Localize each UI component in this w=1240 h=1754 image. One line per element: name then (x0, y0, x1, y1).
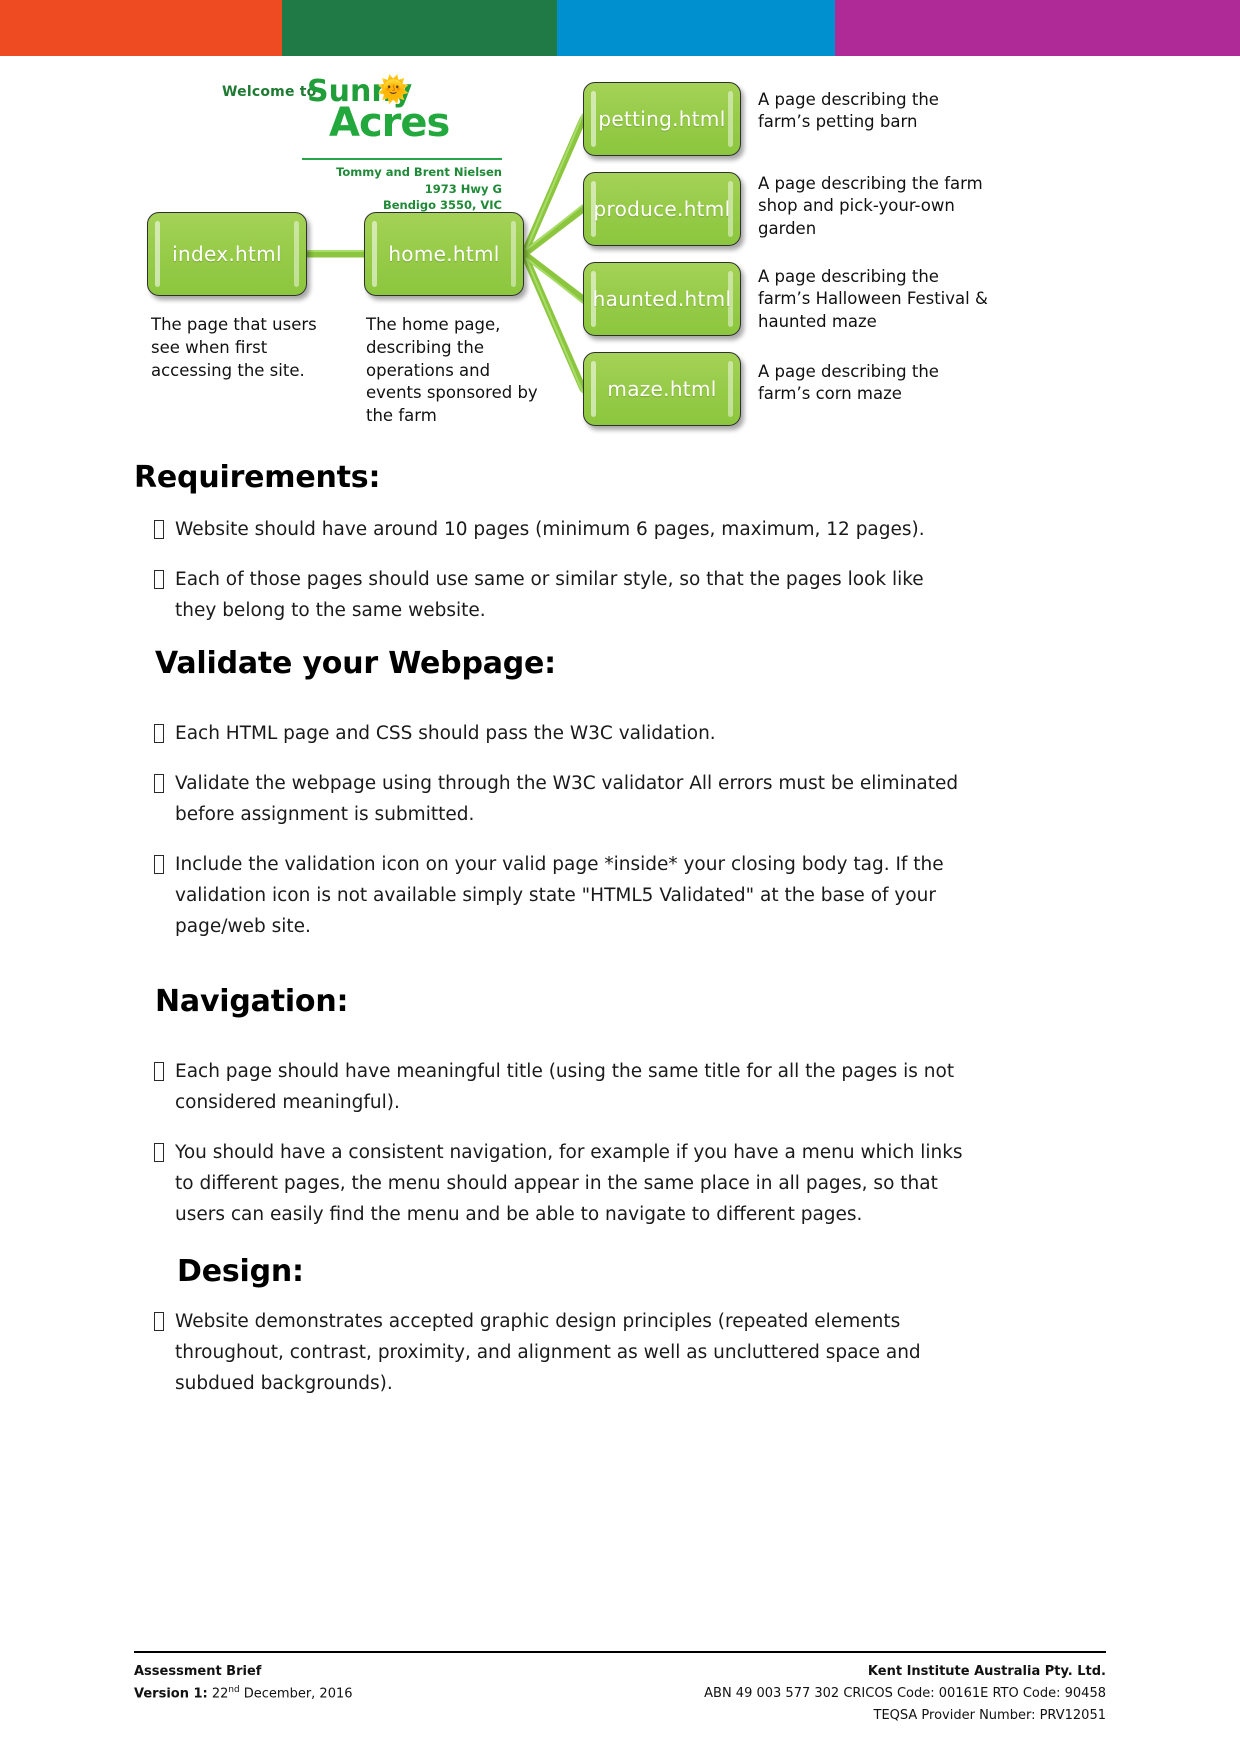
diagram-node-produce: produce.html (583, 172, 741, 246)
list-item: Website demonstrates accepted graphic de… (134, 1306, 934, 1399)
list-item-text: Include the validation icon on your vali… (175, 854, 944, 938)
footer-right-block: Kent Institute Australia Pty. Ltd. ABN 4… (704, 1661, 1106, 1728)
section-heading-design: Design: (177, 1254, 304, 1289)
logo-address: Tommy and Brent Nielsen 1973 Hwy G Bendi… (282, 164, 502, 214)
footer-version-day: 22 (211, 1686, 229, 1702)
header-band-orange (0, 0, 282, 56)
diagram-node-label: produce.html (593, 197, 731, 221)
diagram-node-index: index.html (147, 212, 307, 296)
bullet-box-icon (154, 724, 164, 743)
footer-version-rest: December, 2016 (239, 1686, 353, 1702)
footer-document-title: Assessment Brief (134, 1663, 262, 1679)
footer-version-ordinal: nd (228, 1684, 240, 1695)
list-item: Validate the webpage using through the W… (134, 768, 964, 830)
diagram-node-home: home.html (364, 212, 524, 296)
diagram-description-maze: A page describing the farm’s corn maze (758, 362, 939, 404)
footer-version-line: Version 1: 22nd December, 2016 (134, 1683, 353, 1706)
footer-left-block: Assessment Brief Version 1: 22nd Decembe… (134, 1661, 353, 1706)
list-item-text: Website demonstrates accepted graphic de… (175, 1311, 921, 1395)
list-item-text: Each of those pages should use same or s… (175, 569, 924, 622)
bullet-list-design: Website demonstrates accepted graphic de… (134, 1306, 934, 1418)
diagram-node-label: maze.html (607, 377, 717, 401)
header-color-bar (0, 0, 1240, 56)
diagram-node-haunted: haunted.html (583, 262, 741, 336)
footer-company-name: Kent Institute Australia Pty. Ltd. (867, 1663, 1106, 1679)
bullet-box-icon (154, 570, 164, 590)
header-band-blue (557, 0, 835, 56)
bullet-box-icon (154, 1143, 164, 1163)
diagram-description-petting: A page describing the farm’s petting bar… (758, 90, 939, 132)
bullet-list-navigation: Each page should have meaningful title (… (134, 1056, 964, 1249)
diagram-description-produce: A page describing the farm shop and pick… (758, 174, 983, 238)
logo-welcome-text: Welcome to (222, 84, 317, 100)
footer-teqsa-number: TEQSA Provider Number: PRV12051 (873, 1708, 1106, 1724)
diagram-description-haunted: A page describing the farm’s Halloween F… (758, 267, 988, 331)
bullet-box-icon (154, 1312, 164, 1331)
sun-icon: 🌞 (377, 74, 410, 104)
logo-divider (302, 158, 502, 160)
logo-address-line-3: Bendigo 3550, VIC (382, 198, 502, 213)
diagram-node-maze: maze.html (583, 352, 741, 426)
list-item: Each HTML page and CSS should pass the W… (134, 718, 964, 749)
diagram-caption-home: The home page, describing the operations… (366, 315, 538, 426)
footer-version-label: Version 1: (134, 1686, 208, 1702)
list-item-text: Each HTML page and CSS should pass the W… (175, 723, 716, 744)
section-heading-navigation: Navigation: (155, 984, 349, 1019)
section-heading-validate: Validate your Webpage: (155, 646, 556, 681)
page-footer: Assessment Brief Version 1: 22nd Decembe… (134, 1651, 1106, 1728)
bullet-list-validate: Each HTML page and CSS should pass the W… (134, 718, 964, 961)
list-item: You should have a consistent navigation,… (134, 1137, 964, 1230)
footer-registration-codes: ABN 49 003 577 302 CRICOS Code: 00161E R… (704, 1685, 1106, 1701)
list-item: Each page should have meaningful title (… (134, 1056, 964, 1118)
list-item-text: Website should have around 10 pages (min… (175, 519, 925, 540)
diagram-node-label: haunted.html (592, 287, 732, 311)
list-item-text: Each page should have meaningful title (… (175, 1061, 955, 1114)
bullet-box-icon (154, 1062, 164, 1081)
logo-address-line-2: 1973 Hwy G (424, 181, 502, 196)
bullet-box-icon (154, 855, 164, 875)
site-map-diagram: Welcome to Sunny 🌞 Acres Tommy and Brent… (0, 56, 1240, 456)
list-item: Each of those pages should use same or s… (134, 564, 964, 626)
diagram-node-label: home.html (388, 242, 500, 266)
list-item-text: You should have a consistent navigation,… (175, 1142, 963, 1226)
section-heading-requirements: Requirements: (134, 460, 381, 495)
header-band-magenta (835, 0, 1240, 56)
list-item: Include the validation icon on your vali… (134, 849, 964, 942)
logo-word-acres: Acres (329, 100, 450, 146)
document-page: Welcome to Sunny 🌞 Acres Tommy and Brent… (0, 0, 1240, 1754)
bullet-list-requirements: Website should have around 10 pages (min… (134, 514, 964, 645)
diagram-node-petting: petting.html (583, 82, 741, 156)
header-band-green (282, 0, 557, 56)
bullet-box-icon (154, 520, 164, 539)
logo-address-line-1: Tommy and Brent Nielsen (336, 165, 502, 179)
footer-divider (134, 1651, 1106, 1653)
bullet-box-icon (154, 774, 164, 794)
diagram-node-label: petting.html (598, 107, 726, 131)
diagram-node-label: index.html (172, 242, 282, 266)
list-item: Website should have around 10 pages (min… (134, 514, 964, 545)
list-item-text: Validate the webpage using through the W… (175, 773, 959, 826)
diagram-caption-index: The page that users see when first acces… (151, 315, 317, 380)
